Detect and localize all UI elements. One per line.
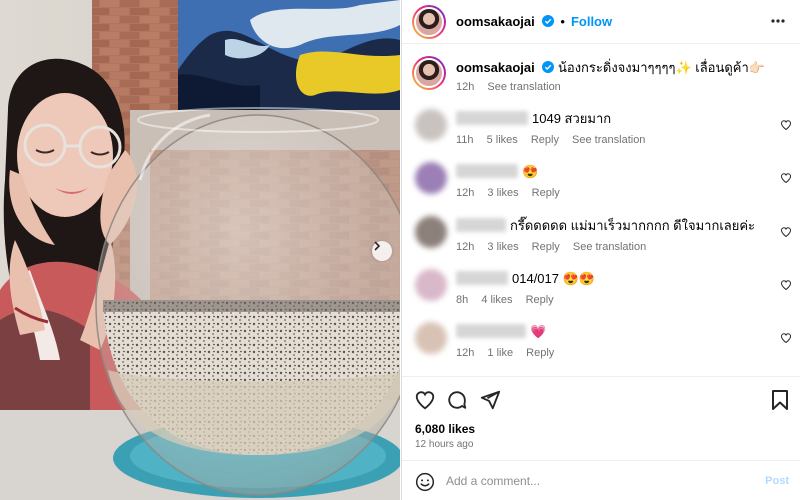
comment-text: กรี๊ดดดดด แม่มาเร็วมากกกก ดีใจมากเลยค่ะ — [510, 218, 756, 233]
verified-badge-icon — [542, 15, 555, 27]
comment-item: 014/017 😍😍 8h 4 likes Reply — [412, 269, 792, 315]
chevron-right-icon — [374, 241, 381, 251]
see-translation-link[interactable]: See translation — [487, 81, 560, 93]
post-header: oomsakaojai • Follow — [402, 0, 800, 44]
comment-likes[interactable]: 3 likes — [487, 187, 518, 199]
username-text[interactable]: oomsakaojai — [456, 14, 535, 29]
follow-button[interactable]: Follow — [571, 14, 612, 29]
comment-likes[interactable]: 4 likes — [481, 294, 512, 306]
commenter-avatar[interactable] — [415, 109, 447, 141]
comment-body: 1049 สวยมาก — [456, 111, 611, 127]
comment-item: 💗 12h 1 like Reply — [412, 322, 792, 368]
commenter-username-blurred[interactable] — [456, 111, 528, 125]
likes-count[interactable]: 6,080 likes — [415, 422, 475, 436]
more-horizontal-icon[interactable] — [770, 13, 786, 29]
reply-button[interactable]: Reply — [526, 347, 554, 359]
avatar[interactable] — [412, 4, 446, 39]
share-send-icon[interactable] — [479, 389, 501, 411]
post-detail-panel: oomsakaojai • Follow oomsakaojai น้องกระ… — [401, 0, 800, 500]
comment-item: 😍 12h 3 likes Reply — [412, 162, 792, 208]
comment-meta: 12h 1 like Reply — [456, 347, 564, 359]
see-translation-link[interactable]: See translation — [573, 241, 646, 253]
comment-time: 12h — [456, 347, 475, 359]
commenter-avatar[interactable] — [415, 322, 447, 354]
verified-badge-icon — [542, 61, 555, 73]
comment-meta: 8h 4 likes Reply — [456, 294, 564, 306]
caption-avatar[interactable] — [412, 56, 446, 90]
comment-time: 11h — [456, 134, 474, 146]
comment-likes[interactable]: 3 likes — [487, 241, 518, 253]
comment-text: 014/017 😍😍 — [512, 271, 595, 286]
comment-likes[interactable]: 1 like — [487, 347, 513, 359]
commenter-username-blurred[interactable] — [456, 324, 526, 338]
caption-text-row: oomsakaojai น้องกระดิ่งจงมาๆๆๆๆ✨ เลื่อนด… — [456, 60, 786, 76]
see-translation-link[interactable]: See translation — [572, 134, 645, 146]
reply-button[interactable]: Reply — [531, 134, 559, 146]
comment-text: 😍 — [522, 164, 539, 179]
commenter-username-blurred[interactable] — [456, 271, 508, 285]
caption-username[interactable]: oomsakaojai — [456, 60, 535, 75]
comment-likes[interactable]: 5 likes — [487, 134, 518, 146]
add-comment-bar: Post — [402, 460, 800, 500]
comment-time: 8h — [456, 294, 469, 306]
like-heart-icon[interactable] — [780, 172, 792, 184]
comment-text: 💗 — [530, 324, 547, 339]
comment-text: 1049 สวยมาก — [532, 111, 612, 126]
reply-button[interactable]: Reply — [526, 294, 554, 306]
comment-time: 12h — [456, 241, 475, 253]
comment-meta: 11h 5 likes Reply See translation — [456, 134, 655, 146]
caption-meta: 12h See translation — [456, 81, 571, 93]
comment-time: 12h — [456, 187, 475, 199]
comment-body: 014/017 😍😍 — [456, 271, 595, 287]
like-heart-icon[interactable] — [780, 279, 792, 291]
comment-body: กรี๊ดดดดด แม่มาเร็วมากกกก ดีใจมากเลยค่ะ — [456, 218, 755, 234]
post-photo-illustration — [0, 0, 400, 500]
action-bar — [402, 376, 800, 410]
post-comment-button[interactable]: Post — [765, 475, 789, 487]
next-image-button[interactable] — [372, 241, 392, 261]
comment-bubble-icon[interactable] — [446, 389, 468, 411]
post-timestamp[interactable]: 12 hours ago — [415, 439, 473, 450]
like-heart-icon[interactable] — [780, 119, 792, 131]
like-heart-icon[interactable] — [780, 226, 792, 238]
separator-dot: • — [560, 14, 565, 29]
comment-item: กรี๊ดดดดด แม่มาเร็วมากกกก ดีใจมากเลยค่ะ … — [412, 216, 792, 262]
comment-body: 😍 — [456, 164, 538, 180]
like-heart-icon[interactable] — [414, 389, 436, 411]
comment-meta: 12h 3 likes Reply — [456, 187, 570, 199]
commenter-username-blurred[interactable] — [456, 218, 506, 232]
commenter-avatar[interactable] — [415, 216, 447, 248]
post-username[interactable]: oomsakaojai — [456, 14, 555, 29]
caption-time: 12h — [456, 81, 475, 93]
comment-item: 1049 สวยมาก 11h 5 likes Reply See transl… — [412, 109, 792, 155]
commenter-avatar[interactable] — [415, 269, 447, 301]
reply-button[interactable]: Reply — [532, 241, 560, 253]
comment-body: 💗 — [456, 324, 546, 340]
caption-text: น้องกระดิ่งจงมาๆๆๆๆ✨ เลื่อนดูค้า👉🏻 — [558, 60, 765, 75]
emoji-smiley-icon[interactable] — [415, 472, 435, 492]
commenter-avatar[interactable] — [415, 162, 447, 194]
like-heart-icon[interactable] — [780, 332, 792, 344]
reply-button[interactable]: Reply — [532, 187, 560, 199]
comment-input[interactable] — [446, 471, 746, 491]
commenter-username-blurred[interactable] — [456, 164, 518, 178]
post-image — [0, 0, 400, 500]
bookmark-save-icon[interactable] — [770, 389, 790, 411]
comment-meta: 12h 3 likes Reply See translation — [456, 241, 656, 253]
